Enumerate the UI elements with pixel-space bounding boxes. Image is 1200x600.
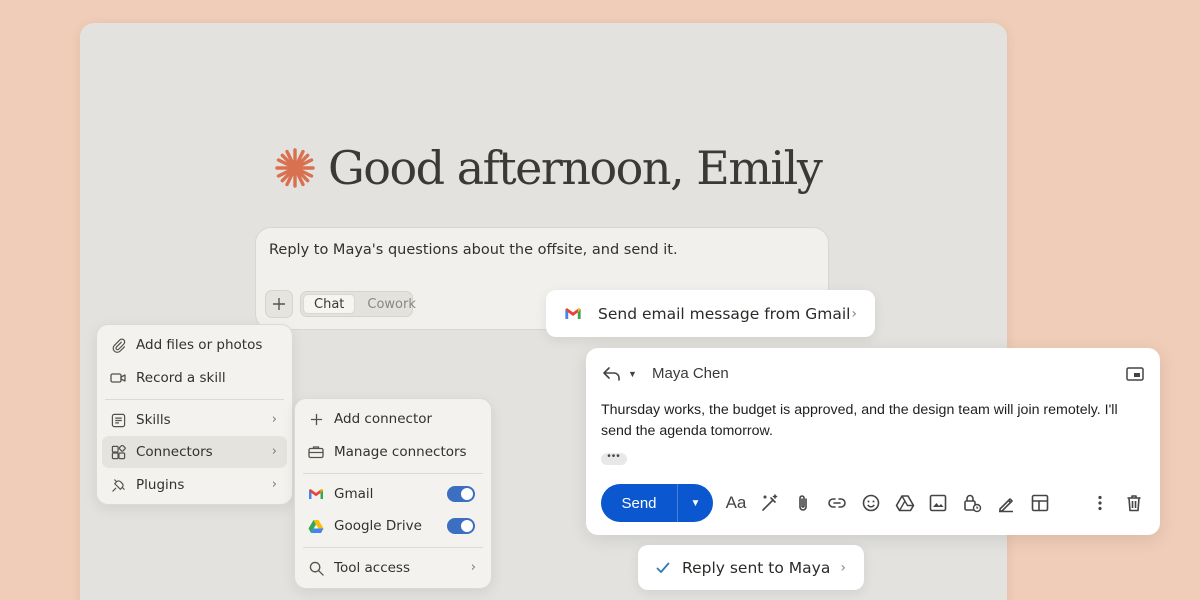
menu-item-label: Tool access bbox=[334, 560, 411, 576]
google-drive-insert-icon[interactable] bbox=[893, 491, 917, 515]
menu-item-connectors[interactable]: Connectors › bbox=[102, 436, 287, 468]
menu-divider bbox=[303, 473, 483, 474]
check-icon bbox=[656, 562, 670, 574]
magic-pen-icon[interactable] bbox=[758, 491, 782, 515]
layouts-icon[interactable] bbox=[1028, 491, 1052, 515]
briefcase-icon bbox=[308, 444, 324, 460]
plus-icon bbox=[273, 298, 285, 310]
menu-divider bbox=[303, 547, 483, 548]
sparkle-logo-icon bbox=[275, 148, 315, 188]
menu-item-record-skill[interactable]: Record a skill bbox=[102, 362, 287, 394]
menu-item-label: Add connector bbox=[334, 411, 433, 427]
menu-item-label: Gmail bbox=[334, 486, 374, 502]
gmail-icon bbox=[564, 307, 582, 320]
connectors-icon bbox=[110, 444, 126, 460]
recipient-name: Maya Chen bbox=[652, 365, 729, 382]
menu-item-gmail[interactable]: Gmail bbox=[300, 478, 486, 510]
chevron-right-icon: › bbox=[840, 559, 846, 576]
formatting-options-icon[interactable]: Aa bbox=[724, 491, 748, 515]
discard-draft-icon[interactable] bbox=[1122, 491, 1146, 515]
show-trimmed-content-button[interactable]: ••• bbox=[601, 452, 627, 465]
menu-item-add-files[interactable]: Add files or photos bbox=[102, 329, 287, 361]
menu-item-label: Google Drive bbox=[334, 518, 422, 534]
menu-divider bbox=[105, 399, 284, 400]
tool-call-label: Send email message from Gmail bbox=[598, 304, 851, 323]
menu-item-label: Connectors bbox=[136, 444, 213, 460]
menu-item-label: Manage connectors bbox=[334, 444, 467, 460]
skills-icon bbox=[110, 412, 126, 428]
paperclip-icon bbox=[110, 337, 126, 353]
chevron-right-icon: › bbox=[851, 305, 857, 322]
menu-item-label: Add files or photos bbox=[136, 337, 263, 353]
insert-photo-icon[interactable] bbox=[926, 491, 950, 515]
menu-item-label: Skills bbox=[136, 412, 171, 428]
status-label: Reply sent to Maya bbox=[682, 558, 831, 577]
search-icon bbox=[308, 560, 324, 576]
insert-link-icon[interactable] bbox=[825, 491, 849, 515]
menu-item-tool-access[interactable]: Tool access › bbox=[300, 552, 486, 584]
attach-menu: Add files or photos Record a skill Skill… bbox=[96, 324, 293, 505]
chevron-right-icon: › bbox=[470, 560, 476, 575]
email-body[interactable]: Thursday works, the budget is approved, … bbox=[601, 400, 1146, 442]
connectors-submenu: Add connector Manage connectors Gmail Go… bbox=[294, 398, 492, 589]
gmail-icon bbox=[308, 486, 324, 502]
google-drive-toggle[interactable] bbox=[447, 518, 475, 534]
chevron-right-icon: › bbox=[271, 444, 277, 459]
menu-item-add-connector[interactable]: Add connector bbox=[300, 403, 486, 435]
menu-item-label: Plugins bbox=[136, 477, 185, 493]
send-button-group: Send ▼ bbox=[601, 484, 713, 522]
tool-call-pill[interactable]: Send email message from Gmail › bbox=[546, 290, 875, 337]
menu-item-plugins[interactable]: Plugins › bbox=[102, 469, 287, 501]
plug-icon bbox=[110, 477, 126, 493]
video-camera-icon bbox=[110, 370, 126, 386]
send-options-dropdown-icon[interactable]: ▼ bbox=[677, 484, 713, 522]
chevron-right-icon: › bbox=[271, 412, 277, 427]
signature-icon[interactable] bbox=[994, 491, 1018, 515]
chevron-right-icon: › bbox=[271, 477, 277, 492]
menu-item-google-drive[interactable]: Google Drive bbox=[300, 510, 486, 542]
status-pill[interactable]: Reply sent to Maya › bbox=[638, 545, 864, 590]
confidential-mode-icon[interactable] bbox=[960, 491, 984, 515]
google-drive-icon bbox=[308, 518, 324, 534]
reply-options-dropdown-icon[interactable]: ▼ bbox=[628, 369, 637, 379]
add-attachment-button[interactable] bbox=[265, 290, 293, 318]
prompt-input[interactable]: Reply to Maya's questions about the offs… bbox=[269, 242, 678, 258]
mode-cowork[interactable]: Cowork bbox=[357, 294, 426, 314]
menu-item-skills[interactable]: Skills › bbox=[102, 404, 287, 436]
mode-toggle[interactable]: Chat Cowork bbox=[300, 291, 416, 317]
pop-out-icon[interactable] bbox=[1126, 367, 1144, 386]
reply-icon[interactable] bbox=[603, 367, 621, 386]
emoji-icon[interactable] bbox=[859, 491, 883, 515]
send-button[interactable]: Send bbox=[601, 484, 677, 522]
greeting: Good afternoon, Emily bbox=[274, 138, 823, 198]
more-options-icon[interactable] bbox=[1088, 491, 1112, 515]
attach-file-icon[interactable] bbox=[791, 491, 815, 515]
mode-chat[interactable]: Chat bbox=[303, 294, 356, 314]
greeting-title: Good afternoon, Emily bbox=[328, 141, 823, 195]
email-reply-card: ▼ Maya Chen Thursday works, the budget i… bbox=[586, 348, 1160, 535]
menu-item-label: Record a skill bbox=[136, 370, 226, 386]
menu-item-manage-connectors[interactable]: Manage connectors bbox=[300, 436, 486, 468]
plus-icon bbox=[308, 411, 324, 427]
gmail-toggle[interactable] bbox=[447, 486, 475, 502]
